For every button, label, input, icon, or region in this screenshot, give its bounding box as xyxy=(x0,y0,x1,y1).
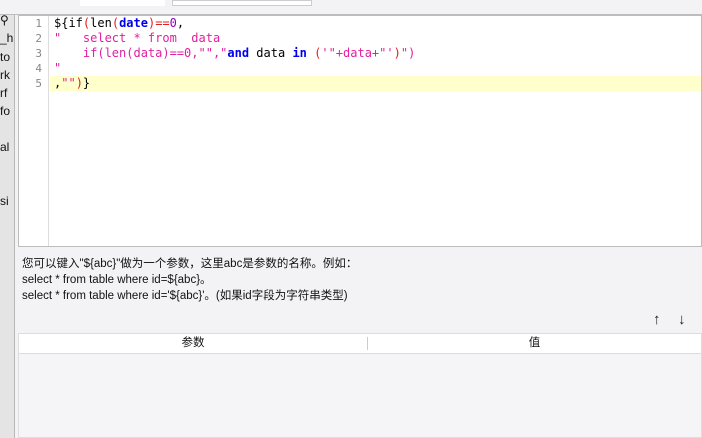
move-down-button[interactable]: ↓ xyxy=(678,311,686,328)
sidebar-item[interactable]: al xyxy=(0,140,9,154)
table-header: 参数 值 xyxy=(19,334,701,354)
sidebar: ⚲ _h to rk rf fo al si xyxy=(0,15,15,438)
sidebar-item[interactable]: si xyxy=(0,194,9,208)
sidebar-item[interactable]: rf xyxy=(0,86,7,100)
search-icon[interactable]: ⚲ xyxy=(0,15,9,27)
line-number: 3 xyxy=(35,47,42,60)
help-line: 您可以键入"${abc}"做为一个参数，这里abc是参数的名称。例如： xyxy=(22,258,358,270)
sidebar-item[interactable]: _h xyxy=(0,31,13,45)
column-header-value[interactable]: 值 xyxy=(368,334,701,353)
code-line: " xyxy=(54,61,62,75)
sql-panel: 1 2 3 4 5 ${if(len(date)==0, " select * … xyxy=(15,15,702,438)
code-line: ${if(len(date)==0, xyxy=(54,16,185,30)
move-up-button[interactable]: ↑ xyxy=(653,311,661,328)
toolbar-select[interactable] xyxy=(172,0,312,6)
column-header-parameter[interactable]: 参数 xyxy=(19,337,368,350)
help-line: select * from table where id='${abc}'。(如… xyxy=(22,290,348,302)
parameter-help-text: 您可以键入"${abc}"做为一个参数，这里abc是参数的名称。例如： sele… xyxy=(22,256,357,304)
toolbar xyxy=(0,0,702,15)
line-number-gutter: 1 2 3 4 5 xyxy=(19,16,49,246)
parameter-table: 参数 值 xyxy=(18,333,702,438)
sidebar-item[interactable]: to xyxy=(0,50,10,64)
sidebar-item[interactable]: fo xyxy=(0,104,10,118)
code-line: if(len(data)==0,"","and data in ('"+data… xyxy=(54,46,416,60)
sql-editor[interactable]: 1 2 3 4 5 ${if(len(date)==0, " select * … xyxy=(18,15,702,247)
sidebar-item[interactable]: rk xyxy=(0,68,10,82)
line-number: 4 xyxy=(35,62,42,75)
line-number: 5 xyxy=(35,77,42,90)
code-line: " select * from data xyxy=(54,31,221,45)
toolbar-checkbox-item[interactable] xyxy=(80,0,165,6)
code-line-current: ,"")} xyxy=(50,76,701,91)
line-number: 1 xyxy=(35,17,42,30)
line-number: 2 xyxy=(35,32,42,45)
help-line: select * from table where id=${abc}。 xyxy=(22,274,212,286)
